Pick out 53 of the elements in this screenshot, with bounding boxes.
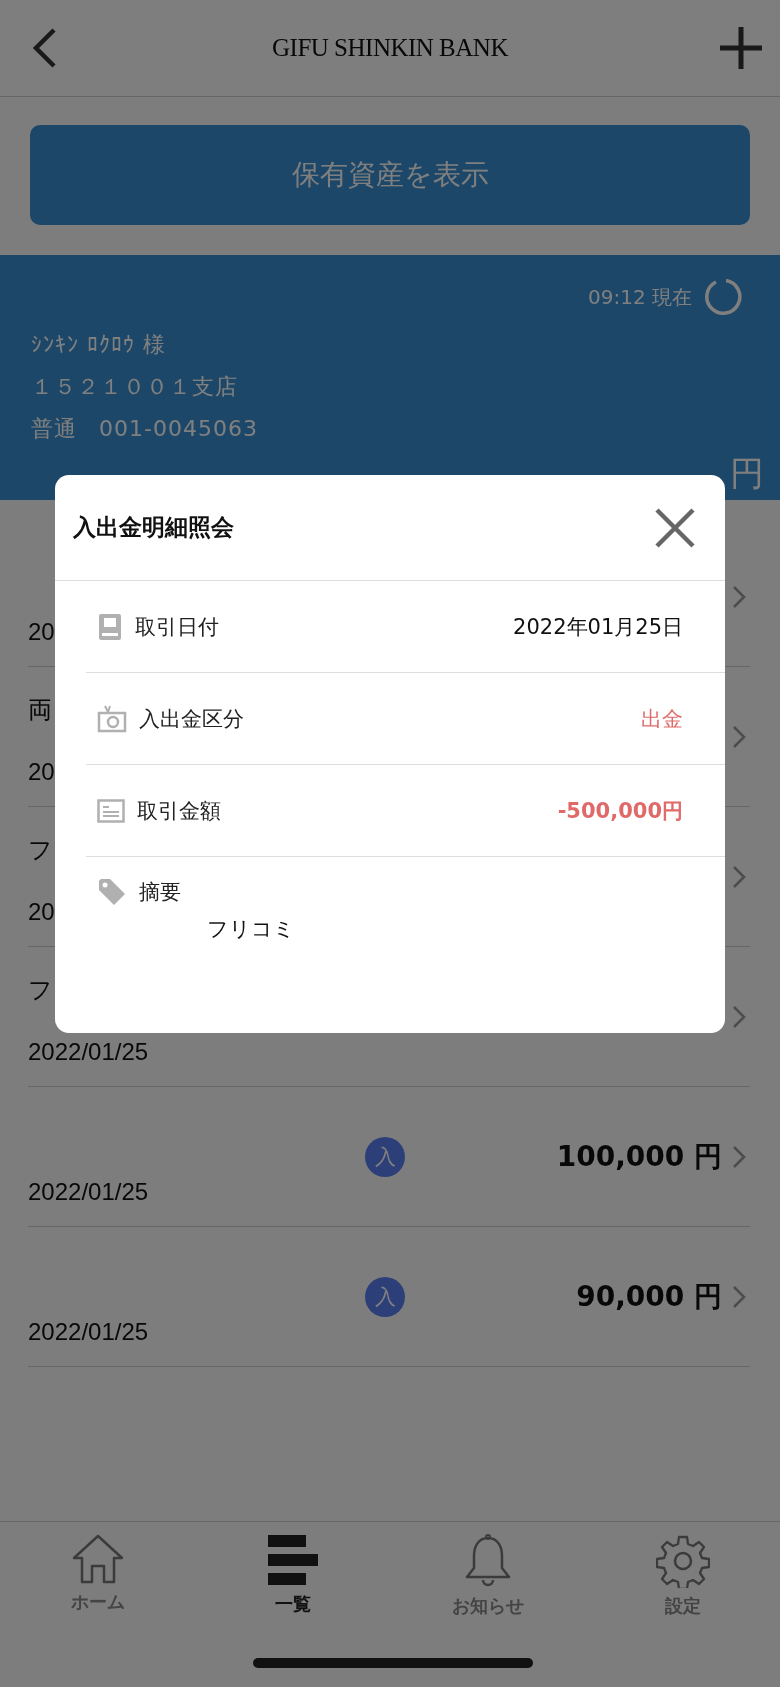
chevron-icon (732, 585, 746, 609)
tab-bar-item[interactable]: お知らせ (390, 1522, 585, 1622)
transaction-amount: 90,000 円 (576, 1279, 722, 1315)
balance-unit: 円 (730, 455, 764, 491)
chevron-icon (732, 1285, 746, 1309)
chevron-icon (732, 865, 746, 889)
tab-bar-item[interactable]: ホーム (0, 1522, 195, 1622)
transaction-date: 20 (28, 617, 55, 647)
show-assets-button[interactable]: 保有資産を表示 (30, 125, 750, 225)
detail-label: 取引日付 (135, 613, 219, 641)
transaction-description: 両 (28, 695, 52, 725)
transaction-date: 20 (28, 757, 55, 787)
close-button[interactable] (655, 507, 695, 548)
detail-value: フリコミ (207, 916, 295, 943)
tab-bar-item[interactable]: 一覧 (195, 1522, 390, 1622)
detail-value: -500,000円 (557, 797, 683, 825)
transaction-row[interactable]: 2022/01/25 入 90,000 円 (28, 1227, 750, 1367)
refresh-icon[interactable] (704, 278, 742, 316)
transaction-date: 20 (28, 897, 55, 927)
deposit-badge: 入 (365, 1277, 405, 1317)
chevron-icon (732, 1005, 746, 1029)
bell-icon (463, 1534, 512, 1588)
transaction-description: フ (28, 975, 53, 1005)
transaction-date: 2022/01/25 (28, 1317, 149, 1347)
detail-label: 取引金額 (137, 797, 221, 825)
detail-value: 出金 (641, 705, 683, 733)
settings-icon (655, 1534, 710, 1588)
account-type: 普通 (31, 415, 77, 443)
detail-value: 2022年01月25日 (513, 613, 683, 641)
book-icon (97, 612, 123, 641)
account-number: 001-0045063 (99, 415, 258, 443)
account-holder: ｼﾝｷﾝ ﾛｸﾛｳ 様 (31, 331, 167, 359)
transaction-date: 2022/01/25 (28, 1177, 149, 1207)
bank-logo-text: GIFU SHINKIN BANK (272, 34, 508, 62)
home-icon (70, 1534, 125, 1584)
deposit-badge: 入 (365, 1137, 405, 1177)
transaction-description: フ (28, 835, 53, 865)
chevron-icon (732, 725, 746, 749)
tag-icon (97, 877, 127, 907)
detail-label: 入出金区分 (139, 705, 244, 733)
tab-bar-item[interactable]: 設定 (585, 1522, 780, 1622)
transaction-amount: 100,000 円 (556, 1139, 722, 1175)
transaction-date: 2022/01/25 (28, 1037, 149, 1067)
dialog-title: 入出金明細照会 (73, 513, 234, 542)
branch-name: １５２１００１支店 (31, 373, 239, 401)
add-button[interactable] (720, 27, 762, 69)
updated-time: 09:12 現在 (588, 283, 692, 311)
detail-label: 摘要 (139, 879, 181, 906)
money-icon (97, 704, 127, 733)
receipt-icon (97, 798, 125, 823)
chevron-icon (732, 1145, 746, 1169)
transaction-row[interactable]: 2022/01/25 入 100,000 円 (28, 1087, 750, 1227)
list-icon (266, 1534, 319, 1586)
